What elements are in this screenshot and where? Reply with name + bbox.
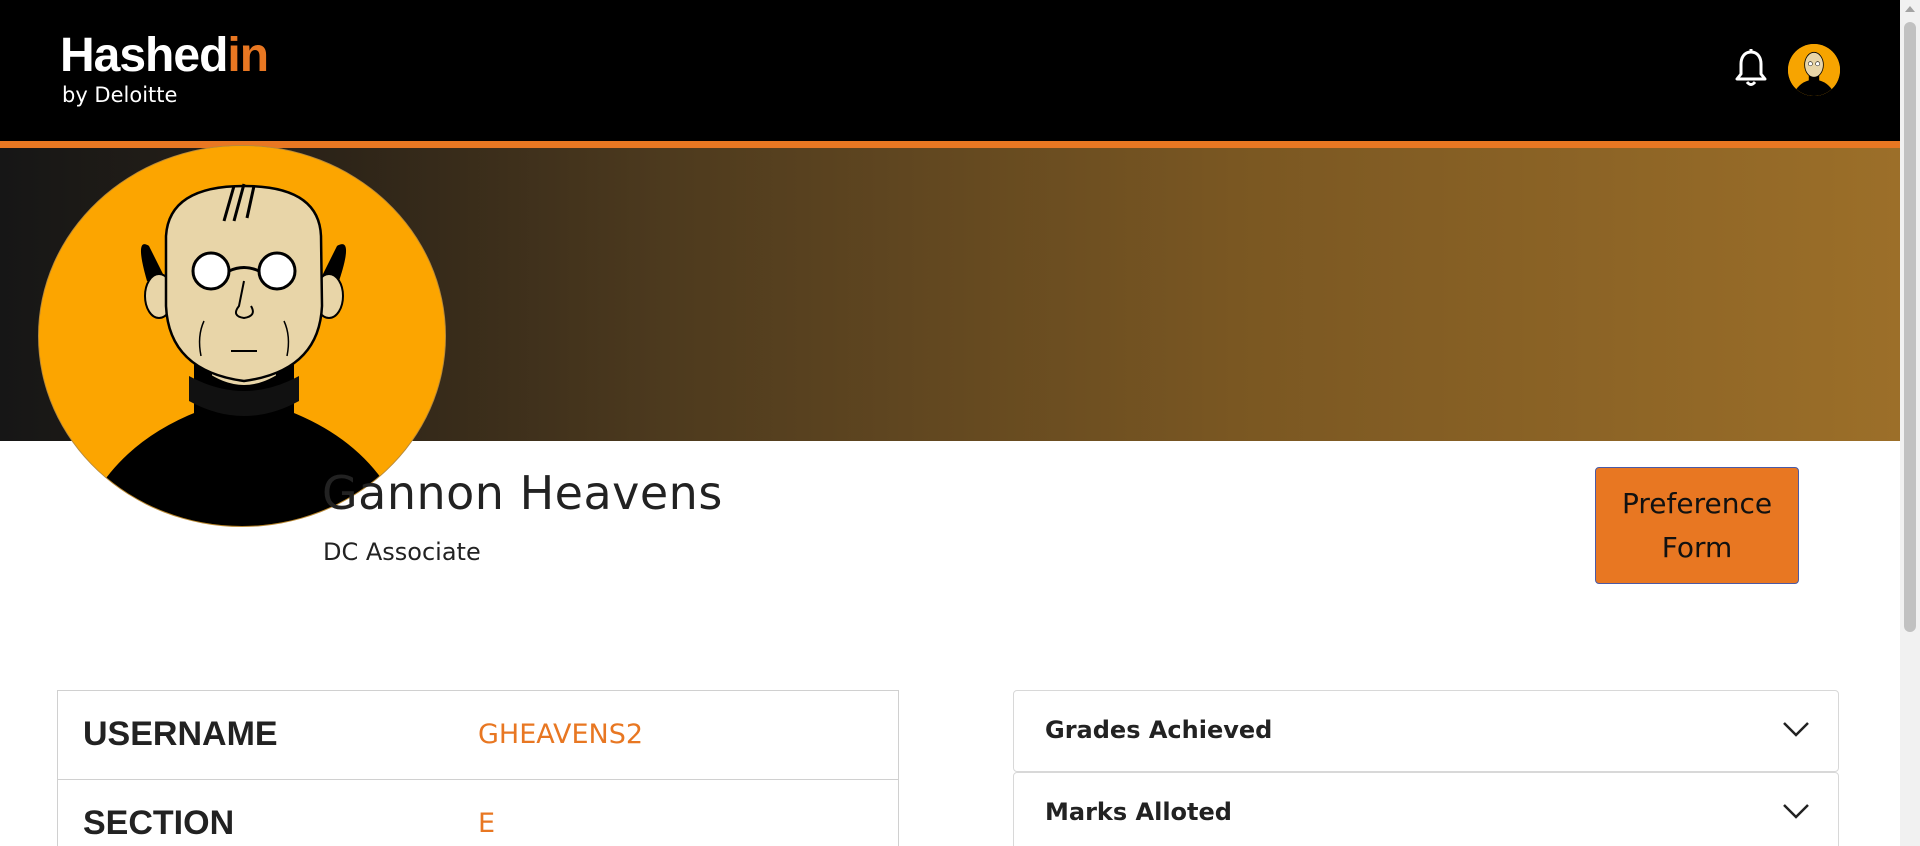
hashedin-logo[interactable]: Hashedin by Deloitte (60, 29, 269, 108)
logo-text: Hashed (60, 29, 228, 82)
profile-accordion: Grades Achieved Marks Alloted (1013, 690, 1839, 846)
info-row-section: SECTION E (58, 780, 898, 846)
info-value: GHEAVENS2 (478, 719, 644, 750)
chevron-down-icon[interactable] (1782, 801, 1810, 821)
user-avatar[interactable] (1788, 44, 1840, 96)
accordion-label: Grades Achieved (1045, 716, 1273, 744)
scrollbar-thumb[interactable] (1904, 22, 1916, 632)
top-navbar: Hashedin by Deloitte (0, 0, 1900, 141)
info-value: E (478, 808, 496, 839)
logo-accent-text: in (227, 29, 269, 82)
page-scrollbar[interactable] (1900, 0, 1920, 846)
logo-subtitle: by Deloitte (62, 83, 178, 107)
info-label: SECTION (83, 804, 235, 842)
info-row-username: USERNAME GHEAVENS2 (58, 691, 898, 780)
preference-form-button[interactable]: Preference Form (1595, 467, 1799, 584)
info-label: USERNAME (83, 715, 278, 753)
profile-info-table: USERNAME GHEAVENS2 SECTION E (57, 690, 899, 846)
bell-icon[interactable] (1735, 48, 1767, 88)
accordion-label: Marks Alloted (1045, 798, 1232, 826)
profile-role: DC Associate (323, 538, 481, 566)
scroll-up-arrow-icon[interactable] (1905, 6, 1915, 12)
accordion-marks-alloted[interactable]: Marks Alloted (1013, 772, 1839, 846)
accordion-grades-achieved[interactable]: Grades Achieved (1013, 690, 1839, 772)
profile-name: Gannon Heavens (322, 466, 723, 520)
header-accent-line (0, 141, 1900, 148)
preference-form-label: Preference Form (1622, 486, 1773, 564)
chevron-down-icon[interactable] (1782, 719, 1810, 739)
